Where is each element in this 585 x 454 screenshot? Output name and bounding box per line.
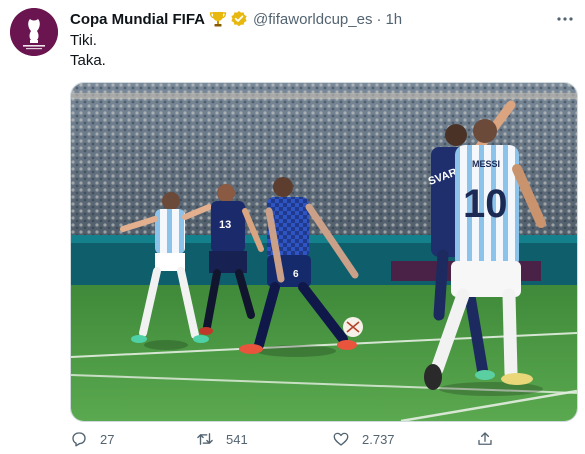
heart-icon (333, 432, 349, 446)
avatar[interactable] (10, 8, 58, 56)
ball (343, 317, 363, 337)
tweet-text: Tiki. Taka. (70, 31, 106, 71)
verified-badge-icon (230, 10, 248, 28)
tweet-line: Tiki. (70, 32, 97, 49)
jersey-number: 10 (463, 182, 508, 226)
timestamp[interactable]: 1h (385, 11, 402, 28)
share-icon (478, 432, 492, 445)
jersey-name: MESSI (472, 159, 500, 169)
retweet-icon (197, 433, 213, 445)
reply-icon (72, 432, 86, 447)
jersey-number: 13 (219, 219, 231, 231)
user-handle[interactable]: @fifaworldcup_es (253, 11, 372, 28)
more-icon[interactable] (555, 9, 575, 35)
tweet-header: Copa Mundial FIFA @fifaworldcup_es · 1h (70, 9, 575, 29)
like-button[interactable]: 2.737 (332, 430, 395, 448)
retweet-count: 541 (226, 431, 248, 447)
separator-dot: · (376, 10, 382, 28)
trophy-emoji-icon (209, 10, 227, 28)
tweet-photo[interactable]: 13 6 SV (70, 82, 578, 422)
reply-count: 27 (100, 431, 115, 447)
jersey-number: 6 (293, 269, 299, 280)
tweet-actions: 27 541 2.737 (70, 430, 500, 452)
share-button[interactable] (476, 430, 494, 448)
display-name[interactable]: Copa Mundial FIFA (70, 11, 205, 28)
fifa-world-cup-logo-icon (10, 8, 58, 56)
football-match-photo: 13 6 SV (71, 83, 577, 421)
like-count: 2.737 (362, 431, 395, 447)
retweet-button[interactable]: 541 (196, 430, 248, 448)
tweet-line: Taka. (70, 52, 106, 69)
reply-button[interactable]: 27 (70, 430, 114, 448)
